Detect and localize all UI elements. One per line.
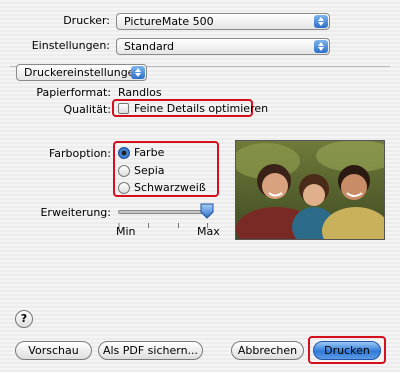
presets-value: Standard <box>124 40 175 53</box>
radio-schwarzweiss-label[interactable]: Schwarzweiß <box>134 181 206 194</box>
radio-farbe[interactable] <box>118 147 130 159</box>
expansion-slider-thumb[interactable] <box>200 203 214 219</box>
expansion-max-label: Max <box>197 225 220 238</box>
color-option-label: Farboption: <box>48 147 111 160</box>
popup-arrows-icon <box>131 66 145 79</box>
radio-sepia-label[interactable]: Sepia <box>134 164 165 177</box>
expansion-label: Erweiterung: <box>40 206 111 219</box>
panel-value: Druckereinstellungen <box>24 66 142 79</box>
panel-popup[interactable]: Druckereinstellungen <box>16 64 147 81</box>
sample-photo-image <box>236 141 384 239</box>
print-button[interactable]: Drucken <box>313 341 381 360</box>
printer-value: PictureMate 500 <box>124 15 214 28</box>
fine-details-checkbox[interactable] <box>118 103 129 114</box>
quality-label: Qualität: <box>63 103 111 116</box>
printer-label: Drucker: <box>63 14 110 27</box>
paper-label: Papierformat: <box>36 86 111 99</box>
expansion-min-label: Min <box>116 225 136 238</box>
sample-photo <box>235 140 385 240</box>
expansion-slider-track[interactable] <box>118 210 210 214</box>
presets-popup[interactable]: Standard <box>116 38 330 55</box>
expansion-ticks <box>118 218 210 228</box>
printer-popup[interactable]: PictureMate 500 <box>116 13 330 30</box>
cancel-button[interactable]: Abbrechen <box>231 341 304 360</box>
save-pdf-button[interactable]: Als PDF sichern... <box>98 341 203 360</box>
presets-label: Einstellungen: <box>31 39 110 52</box>
popup-arrows-icon <box>314 15 328 28</box>
slider-thumb-icon <box>200 203 214 219</box>
radio-sepia[interactable] <box>118 165 130 177</box>
radio-schwarzweiss[interactable] <box>118 182 130 194</box>
help-button[interactable]: ? <box>15 310 33 328</box>
radio-farbe-label[interactable]: Farbe <box>134 146 164 159</box>
fine-details-label[interactable]: Feine Details optimieren <box>134 102 268 115</box>
preview-button[interactable]: Vorschau <box>15 341 92 360</box>
popup-arrows-icon <box>314 40 328 53</box>
paper-value: Randlos <box>118 86 162 99</box>
